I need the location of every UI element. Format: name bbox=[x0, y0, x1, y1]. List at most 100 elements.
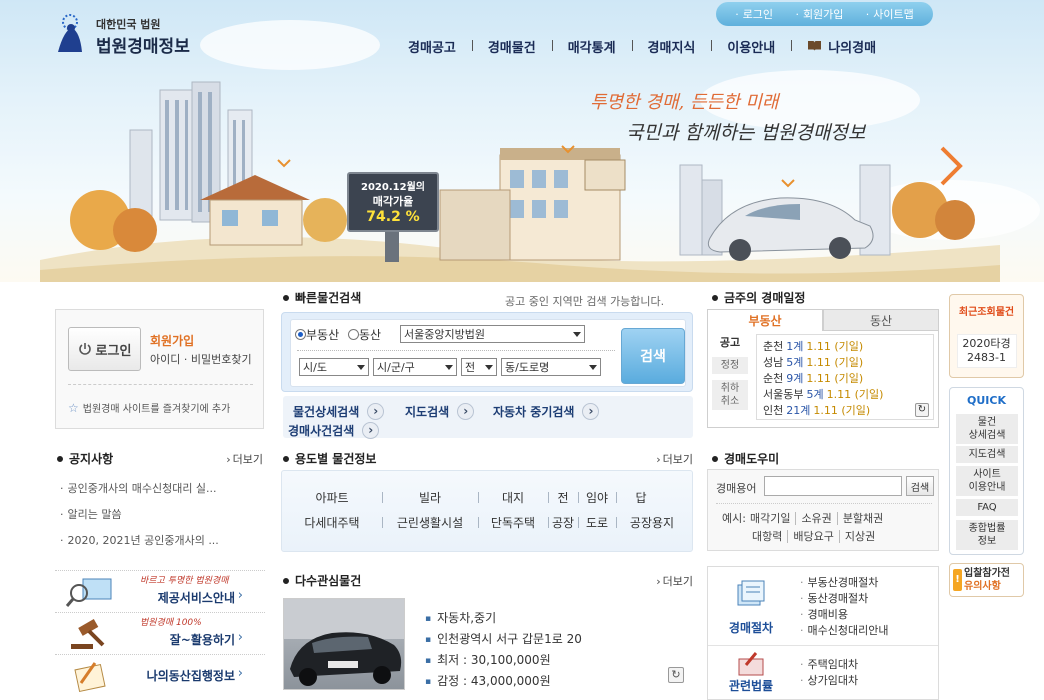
usage-villa[interactable]: 빌라 bbox=[382, 489, 478, 506]
bid-caution-link[interactable]: ! 입찰참가전 유의사항 bbox=[949, 563, 1024, 597]
movable-radio[interactable]: 동산 bbox=[348, 326, 381, 343]
notice-item[interactable]: 알리는 말씀 bbox=[60, 506, 264, 522]
term-label: 경매용어 bbox=[716, 482, 757, 495]
schedule-item[interactable]: 서울동부 5계 1.11 (기일) bbox=[763, 387, 927, 403]
notice-item[interactable]: 공인중개사의 매수신청대리 실... bbox=[60, 480, 264, 496]
nav-auction-notice[interactable]: 경매공고 bbox=[392, 37, 472, 56]
site-logo[interactable]: 대한민국 법원 법원경매정보 bbox=[50, 12, 210, 58]
court-select[interactable]: 서울중앙지방법원 bbox=[400, 325, 585, 343]
procedure-list: 부동산경매절차 동산경매절차 경매비용 매수신청대리안내 bbox=[800, 575, 889, 639]
nav-usage-guide[interactable]: 이용안내 bbox=[711, 37, 791, 56]
notice-more-link[interactable]: 더보기 bbox=[226, 451, 263, 467]
item-photo[interactable] bbox=[283, 598, 405, 690]
refresh-icon[interactable]: ↻ bbox=[915, 403, 929, 417]
promo-my-movable-info[interactable]: 나의동산집행정보 › bbox=[55, 654, 265, 694]
usage-more-link[interactable]: 더보기 bbox=[656, 451, 693, 467]
vehicle-search-link[interactable]: 자동차 중기검색 › bbox=[493, 403, 600, 420]
add-favorite-link[interactable]: ☆ 법원경매 사이트를 즐겨찾기에 추가 bbox=[68, 400, 230, 416]
term-example[interactable]: 지상권 bbox=[838, 530, 876, 543]
cloud bbox=[200, 20, 380, 70]
schedule-item[interactable]: 춘천 1계 1.11 (기일) bbox=[763, 339, 927, 355]
tab-real-estate[interactable]: 부동산 bbox=[707, 309, 823, 331]
document-pen-icon bbox=[74, 662, 106, 693]
nav-my-auction[interactable]: 나의경매 bbox=[791, 37, 892, 56]
caret-down-icon bbox=[485, 364, 493, 370]
item-category[interactable]: 자동차,중기 bbox=[425, 609, 582, 626]
divider bbox=[68, 384, 253, 385]
refresh-icon[interactable]: ↻ bbox=[668, 667, 684, 683]
term-examples-row: 대항력 배당요구 지상권 bbox=[752, 528, 876, 544]
law-link[interactable]: 상가임대차 bbox=[800, 673, 859, 689]
procedure-link[interactable]: 동산경매절차 bbox=[800, 591, 888, 607]
filter-withdrawal[interactable]: 취하 취소 bbox=[712, 380, 748, 410]
nav-sale-stats[interactable]: 매각통계 bbox=[551, 37, 632, 56]
quick-detailed-search[interactable]: 물건 상세검색 bbox=[956, 414, 1018, 444]
detailed-search-link[interactable]: 물건상세검색 › bbox=[293, 403, 385, 420]
term-search-button[interactable]: 검색 bbox=[906, 476, 934, 496]
quick-legal-info[interactable]: 종합법률 정보 bbox=[956, 520, 1018, 550]
usage-multiplex[interactable]: 다세대주택 bbox=[282, 514, 382, 531]
billboard-label: 매각가율 bbox=[372, 195, 414, 208]
quick-site-guide[interactable]: 사이트 이용안내 bbox=[956, 466, 1018, 496]
filter-notice[interactable]: 공고 bbox=[712, 334, 748, 351]
usage-forest[interactable]: 임야 bbox=[578, 489, 616, 506]
promo-usage-tips[interactable]: 법원경매 100% 잘~활용하기 › bbox=[55, 612, 265, 652]
usage-detached[interactable]: 단독주택 bbox=[478, 514, 548, 531]
map-search-link[interactable]: 지도검색 › bbox=[405, 403, 475, 420]
join-link[interactable]: 회원가입 bbox=[150, 332, 194, 349]
term-search-input[interactable] bbox=[764, 476, 902, 496]
schedule-item[interactable]: 순천 9계 1.11 (기일) bbox=[763, 371, 927, 387]
usage-factory[interactable]: 공장 bbox=[548, 514, 578, 531]
promo-service-guide[interactable]: 바르고 투명한 법원경매 제공서비스안내 › bbox=[55, 570, 265, 610]
schedule-item[interactable]: 인천 21계 1.11 (기일) bbox=[763, 403, 927, 419]
usage-road[interactable]: 도로 bbox=[578, 514, 616, 531]
usage-factory-site[interactable]: 공장용지 bbox=[616, 514, 688, 531]
banner-next-arrow-icon[interactable] bbox=[934, 144, 968, 188]
util-join-link[interactable]: 회원가입 bbox=[795, 6, 843, 22]
jeon-select[interactable]: 전 bbox=[461, 358, 497, 376]
term-example[interactable]: 매각기일 bbox=[750, 512, 790, 525]
usage-land[interactable]: 대지 bbox=[478, 489, 548, 506]
quick-map-search[interactable]: 지도검색 bbox=[956, 446, 1018, 463]
link-label: 경매사건검색 bbox=[288, 424, 355, 438]
term-example[interactable]: 대항력 bbox=[752, 530, 782, 543]
util-sitemap-link[interactable]: 사이트맵 bbox=[866, 6, 913, 22]
quick-search-button[interactable]: 검색 bbox=[621, 328, 685, 384]
promo-subtitle: 바르고 투명한 법원경매 bbox=[140, 576, 229, 586]
util-login-link[interactable]: 로그인 bbox=[735, 6, 773, 22]
procedure-link[interactable]: 경매비용 bbox=[800, 607, 888, 623]
usage-apartment[interactable]: 아파트 bbox=[282, 489, 382, 506]
find-id-password-link[interactable]: 아이디 · 비밀번호찾기 bbox=[150, 351, 252, 367]
quick-faq[interactable]: FAQ bbox=[956, 499, 1018, 516]
schedule-division: 5계 bbox=[786, 356, 804, 369]
multi-more-link[interactable]: 더보기 bbox=[656, 573, 693, 589]
section-bullet-icon bbox=[712, 294, 718, 301]
dong-road-select[interactable]: 동/도로명 bbox=[501, 358, 601, 376]
login-button[interactable]: 로그인 bbox=[68, 327, 141, 371]
filter-correction[interactable]: 정정 bbox=[712, 357, 748, 374]
notice-header: 공지사항 더보기 bbox=[57, 450, 263, 467]
case-search-link[interactable]: 경매사건검색 › bbox=[288, 422, 380, 439]
link-label: 자동차 중기검색 bbox=[493, 405, 575, 419]
usage-neighborhood[interactable]: 근린생활시설 bbox=[382, 514, 478, 531]
sido-select[interactable]: 시/도 bbox=[299, 358, 369, 376]
sigungu-select[interactable]: 시/군/구 bbox=[373, 358, 457, 376]
usage-paddy[interactable]: 답 bbox=[616, 489, 666, 506]
nav-auction-knowledge[interactable]: 경매지식 bbox=[631, 37, 712, 56]
procedure-link[interactable]: 부동산경매절차 bbox=[800, 575, 888, 591]
recent-item[interactable]: 2020타경 2483-1 bbox=[956, 334, 1017, 368]
notice-item[interactable]: 2020, 2021년 공인중개사의 ... bbox=[60, 532, 264, 548]
term-example[interactable]: 배당요구 bbox=[787, 530, 834, 543]
logo-subtitle: 대한민국 법원 bbox=[96, 18, 161, 31]
nav-auction-items[interactable]: 경매물건 bbox=[471, 37, 552, 56]
law-link[interactable]: 주택임대차 bbox=[800, 657, 859, 673]
usage-box: 아파트 빌라 대지 전 임야 답 다세대주택 근린생활시설 단독주택 공장 도로… bbox=[281, 470, 693, 552]
usage-field[interactable]: 전 bbox=[548, 489, 578, 506]
term-example[interactable]: 소유권 bbox=[795, 512, 832, 525]
schedule-item[interactable]: 성남 5계 1.11 (기일) bbox=[763, 355, 927, 371]
real-estate-radio[interactable]: 부동산 bbox=[295, 326, 339, 343]
tab-movable[interactable]: 동산 bbox=[823, 309, 939, 331]
recent-title: 최근조회물건 bbox=[958, 307, 1015, 318]
procedure-link[interactable]: 매수신청대리안내 bbox=[800, 623, 889, 639]
term-example[interactable]: 분할채권 bbox=[836, 512, 884, 525]
